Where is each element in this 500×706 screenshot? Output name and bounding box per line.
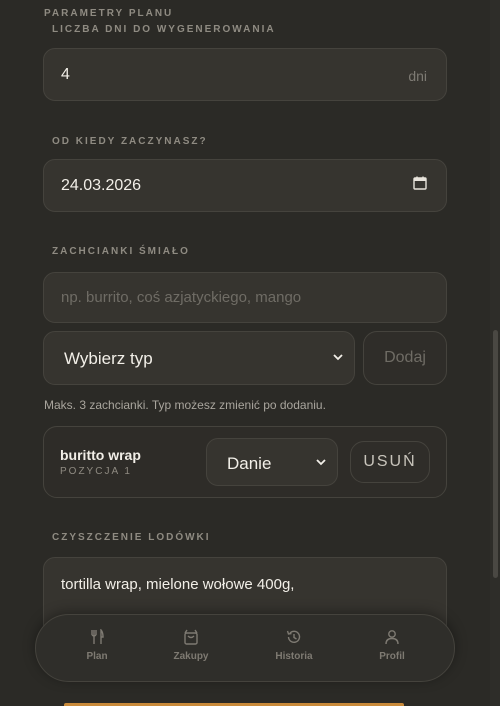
- craving-type-select[interactable]: Wybierz typ: [43, 331, 355, 385]
- nav-item-historia[interactable]: Historia: [254, 629, 334, 662]
- days-value: 4: [61, 66, 70, 83]
- nav-label-plan: Plan: [86, 651, 108, 662]
- days-unit: dni: [408, 68, 427, 84]
- days-input[interactable]: 4 dni: [43, 48, 447, 101]
- scrollbar-thumb[interactable]: [493, 330, 498, 578]
- calendar-icon[interactable]: [413, 176, 427, 195]
- nav-item-plan[interactable]: Plan: [57, 629, 137, 662]
- fork-knife-icon: [91, 629, 104, 644]
- plan-parameters-page: PARAMETRY PLANU LICZBA DNI DO WYGENEROWA…: [0, 0, 490, 706]
- craving-input[interactable]: np. burrito, coś azjatyckiego, mango: [43, 272, 447, 323]
- chevron-down-icon: [316, 459, 326, 466]
- fridge-label: CZYSZCZENIE LODÓWKI: [52, 532, 211, 543]
- craving-placeholder: np. burrito, coś azjatyckiego, mango: [61, 289, 302, 306]
- start-date-input[interactable]: 24.03.2026: [43, 159, 447, 212]
- user-icon: [385, 630, 399, 645]
- scrollbar[interactable]: [490, 0, 500, 706]
- add-craving-button[interactable]: Dodaj: [363, 331, 447, 385]
- nav-label-zakupy: Zakupy: [173, 651, 209, 662]
- start-date-value: 24.03.2026: [61, 177, 142, 194]
- chevron-down-icon: [333, 354, 343, 361]
- nav-item-zakupy[interactable]: Zakupy: [151, 629, 231, 662]
- bottom-navigation: Plan Zakupy Historia Profil: [35, 614, 455, 682]
- craving-position: POZYCJA 1: [60, 466, 132, 477]
- nav-label-profil: Profil: [379, 651, 405, 662]
- nav-label-historia: Historia: [275, 651, 313, 662]
- cravings-hint: Maks. 3 zachcianki. Typ możesz zmienić p…: [44, 398, 326, 412]
- nav-item-profil[interactable]: Profil: [352, 629, 432, 662]
- craving-item: buritto wrap POZYCJA 1 Danie USUŃ: [43, 426, 447, 498]
- start-label: OD KIEDY ZACZYNASZ?: [52, 136, 208, 147]
- fridge-value: tortilla wrap, mielone wołowe 400g,: [61, 576, 295, 593]
- craving-type-value: Wybierz typ: [64, 349, 153, 368]
- history-icon: [286, 630, 301, 643]
- cravings-label: ZACHCIANKI ŚMIAŁO: [52, 246, 190, 257]
- section-title: PARAMETRY PLANU: [44, 8, 174, 19]
- days-label: LICZBA DNI DO WYGENEROWANIA: [52, 24, 276, 35]
- remove-craving-button[interactable]: USUŃ: [350, 441, 430, 483]
- craving-item-type-value: Danie: [227, 454, 272, 473]
- craving-name: buritto wrap: [60, 447, 141, 463]
- craving-item-type-select[interactable]: Danie: [206, 438, 338, 486]
- shopping-bag-icon: [184, 629, 198, 645]
